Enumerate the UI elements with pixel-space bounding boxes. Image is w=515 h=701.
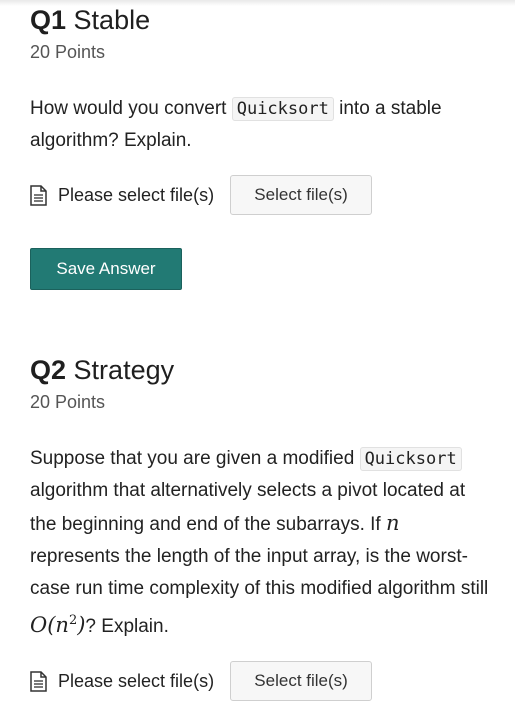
question-2-title-text: Strategy xyxy=(73,355,175,385)
prompt-text: Suppose that you are given a modified xyxy=(30,448,360,469)
question-2: Q2 Strategy 20 Points Suppose that you a… xyxy=(30,354,491,701)
question-2-upload-row: Please select file(s) Select file(s) xyxy=(30,661,491,701)
question-1-title-text: Stable xyxy=(73,5,151,35)
question-1-points: 20 Points xyxy=(30,42,106,62)
question-1-title: Q1 Stable xyxy=(30,4,491,36)
code-quicksort: Quicksort xyxy=(359,447,462,471)
math-variable-n: n xyxy=(385,511,400,535)
question-1: Q1 Stable 20 Points How would you conver… xyxy=(30,4,491,290)
code-quicksort: Quicksort xyxy=(231,97,334,121)
select-files-button[interactable]: Select file(s) xyxy=(230,175,373,215)
question-1-upload-row: Please select file(s) Select file(s) xyxy=(30,175,491,215)
question-2-points: 20 Points xyxy=(30,392,106,412)
save-answer-button[interactable]: Save Answer xyxy=(30,248,182,290)
question-1-prompt: How would you convert Quicksort into a s… xyxy=(30,93,491,157)
math-big-o: O(n2) xyxy=(30,613,85,637)
question-2-number: Q2 xyxy=(30,355,67,385)
select-files-button[interactable]: Select file(s) xyxy=(230,661,373,701)
prompt-text: How would you convert xyxy=(30,98,232,119)
upload-label: Please select file(s) xyxy=(58,184,215,205)
prompt-text: algorithm that alternatively selects a p… xyxy=(30,480,466,535)
question-1-number: Q1 xyxy=(30,5,67,35)
prompt-text: represents the length of the input array… xyxy=(30,546,489,599)
question-2-prompt: Suppose that you are given a modified Qu… xyxy=(30,443,491,643)
math-big-o-base: O(n xyxy=(30,613,69,637)
document-icon xyxy=(30,184,47,206)
document-icon xyxy=(30,670,47,692)
question-2-title: Q2 Strategy xyxy=(30,354,491,386)
upload-label: Please select file(s) xyxy=(58,670,215,691)
math-exponent: 2 xyxy=(68,613,78,628)
prompt-text: ? Explain. xyxy=(85,616,169,637)
